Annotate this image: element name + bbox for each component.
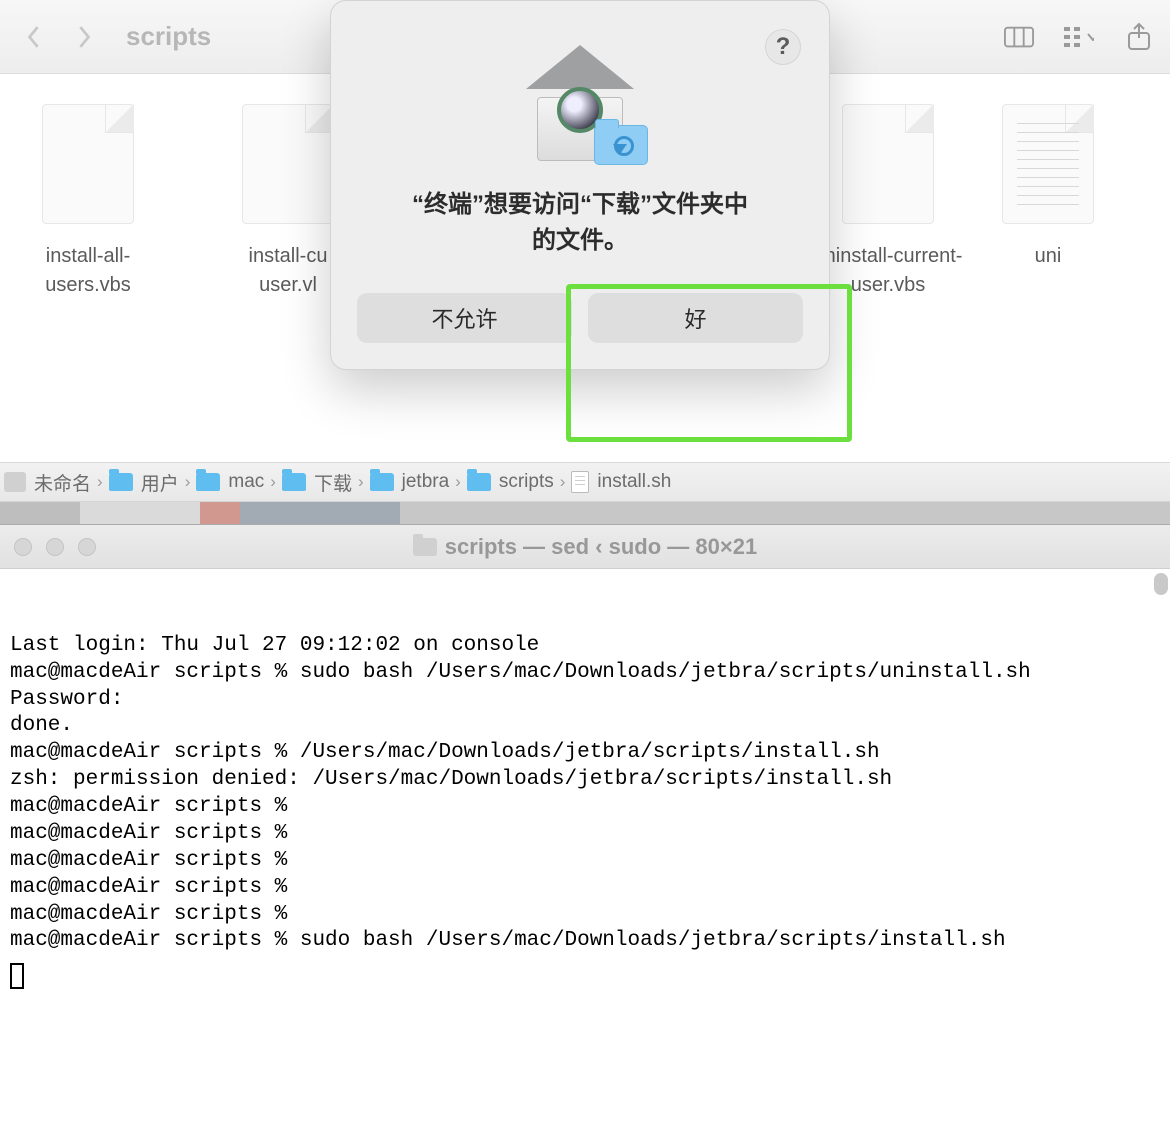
share-button[interactable]	[1124, 23, 1154, 51]
finder-pathbar[interactable]: 未命名 › 用户 › mac › 下载 › jetbra › scripts ›…	[0, 462, 1170, 502]
window-controls[interactable]	[14, 538, 96, 556]
file-label: install-all-users.vbs	[45, 242, 131, 300]
file-item[interactable]: install-all-users.vbs	[8, 104, 168, 300]
grid-icon	[1064, 27, 1081, 47]
path-segment[interactable]: 用户	[109, 469, 179, 496]
permission-dialog: ? “终端”想要访问“下载”文件夹中 的文件。 不允许 好	[330, 0, 830, 370]
file-icon	[1002, 104, 1094, 224]
path-label: install.sh	[597, 471, 671, 493]
nav-forward-button[interactable]	[66, 19, 102, 55]
help-button[interactable]: ?	[765, 29, 801, 65]
terminal-output: Last login: Thu Jul 27 09:12:02 on conso…	[10, 634, 1031, 953]
path-label: mac	[228, 471, 264, 493]
folder-icon	[196, 473, 220, 491]
share-icon	[1126, 22, 1152, 52]
chevron-left-icon	[25, 24, 43, 50]
file-label: uninstall-current-user.vbs	[814, 242, 963, 300]
path-segment[interactable]: 下载	[282, 469, 352, 496]
file-label: install-cuuser.vl	[249, 242, 328, 300]
path-segment[interactable]: install.sh	[571, 471, 671, 493]
chevron-right-icon: ›	[270, 472, 276, 492]
minimize-dot[interactable]	[46, 538, 64, 556]
columns-icon	[1004, 26, 1034, 48]
file-item[interactable]: uni	[1008, 104, 1088, 271]
file-icon	[242, 104, 334, 224]
path-segment[interactable]: 未命名	[4, 469, 91, 496]
file-label: uni	[1035, 242, 1062, 271]
path-segment[interactable]: jetbra	[370, 471, 450, 493]
dialog-app-icon	[520, 41, 640, 161]
file-icon	[42, 104, 134, 224]
path-label: jetbra	[402, 471, 450, 493]
chevron-right-icon: ›	[358, 472, 364, 492]
path-label: 未命名	[34, 469, 91, 496]
close-dot[interactable]	[14, 538, 32, 556]
chevron-right-icon: ›	[455, 472, 461, 492]
allow-button[interactable]: 好	[588, 293, 803, 343]
folder-icon	[370, 473, 394, 491]
background-strip	[0, 502, 1170, 524]
path-segment[interactable]: mac	[196, 471, 264, 493]
path-label: scripts	[499, 471, 554, 493]
file-icon	[842, 104, 934, 224]
path-label: 用户	[141, 469, 179, 496]
view-grid-dropdown[interactable]	[1064, 23, 1094, 51]
folder-icon	[282, 473, 306, 491]
dialog-message: “终端”想要访问“下载”文件夹中 的文件。	[357, 187, 803, 293]
dialog-message-line1: “终端”想要访问“下载”文件夹中	[412, 191, 748, 218]
view-columns-button[interactable]	[1004, 23, 1034, 51]
location-title: scripts	[126, 21, 211, 52]
terminal-body[interactable]: Last login: Thu Jul 27 09:12:02 on conso…	[0, 569, 1170, 1129]
chevron-right-icon: ›	[560, 472, 566, 492]
disk-icon	[4, 472, 26, 492]
scrollbar-thumb[interactable]	[1154, 573, 1168, 595]
terminal-window: scripts — sed ‹ sudo — 80×21 Last login:…	[0, 524, 1170, 1129]
nav-back-button[interactable]	[16, 19, 52, 55]
dialog-message-line2: 的文件。	[377, 223, 783, 259]
path-segment[interactable]: scripts	[467, 471, 554, 493]
chevron-right-icon: ›	[97, 472, 103, 492]
folder-icon	[109, 473, 133, 491]
document-icon	[571, 471, 589, 493]
zoom-dot[interactable]	[78, 538, 96, 556]
terminal-title: scripts — sed ‹ sudo — 80×21	[445, 534, 757, 560]
folder-icon	[413, 538, 437, 556]
terminal-titlebar[interactable]: scripts — sed ‹ sudo — 80×21	[0, 525, 1170, 569]
deny-button[interactable]: 不允许	[357, 293, 572, 343]
path-label: 下载	[314, 469, 352, 496]
question-mark-icon: ?	[776, 33, 791, 61]
folder-icon	[467, 473, 491, 491]
chevron-down-icon	[1087, 33, 1094, 41]
chevron-right-icon	[75, 24, 93, 50]
file-item[interactable]: uninstall-current-user.vbs	[808, 104, 968, 300]
terminal-cursor	[10, 963, 24, 989]
chevron-right-icon: ›	[185, 472, 191, 492]
